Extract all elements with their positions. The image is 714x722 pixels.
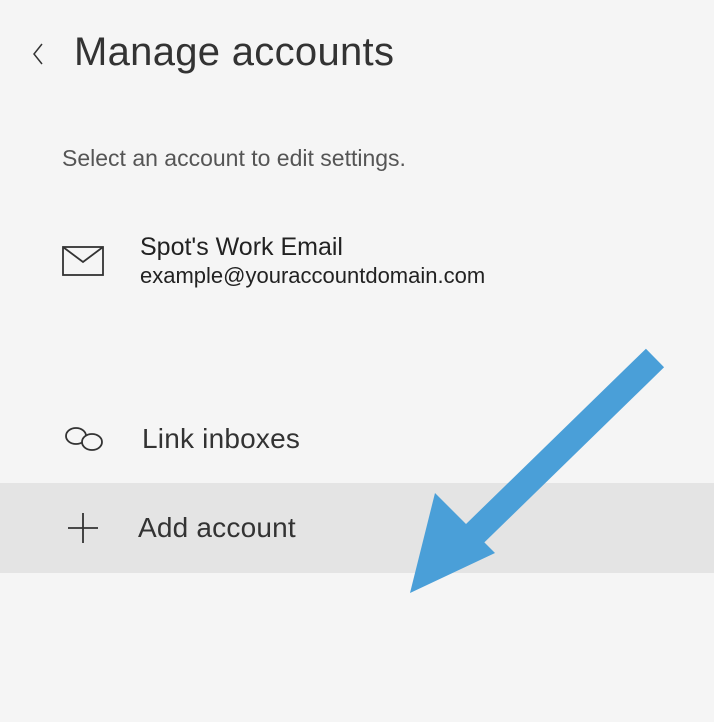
back-button[interactable]	[30, 32, 46, 73]
subtitle-text: Select an account to edit settings.	[62, 145, 684, 172]
account-item[interactable]: Spot's Work Email example@youraccountdom…	[62, 227, 684, 295]
add-account-label: Add account	[138, 512, 296, 544]
account-text: Spot's Work Email example@youraccountdom…	[140, 233, 485, 289]
page-title: Manage accounts	[74, 30, 394, 75]
header: Manage accounts	[30, 30, 684, 75]
account-name: Spot's Work Email	[140, 233, 485, 262]
link-icon	[62, 424, 106, 454]
account-email: example@youraccountdomain.com	[140, 263, 485, 289]
envelope-icon	[62, 246, 104, 276]
plus-icon	[66, 511, 100, 545]
add-account-item[interactable]: Add account	[0, 483, 714, 573]
link-inboxes-item[interactable]: Link inboxes	[0, 395, 714, 483]
link-inboxes-label: Link inboxes	[142, 423, 300, 455]
